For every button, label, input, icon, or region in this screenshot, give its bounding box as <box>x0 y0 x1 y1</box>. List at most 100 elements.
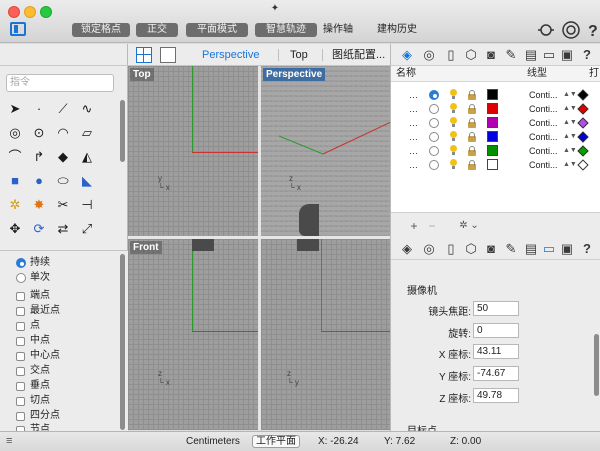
box-icon[interactable]: ■ <box>6 172 24 190</box>
layer-options-gear-icon[interactable]: ✲ ⌄ <box>455 219 483 233</box>
layer-color-swatch[interactable] <box>487 89 498 100</box>
lock-icon[interactable] <box>467 104 477 114</box>
model-object[interactable] <box>299 204 319 236</box>
arc-icon[interactable]: ◠ <box>54 124 72 142</box>
current-layer-radio[interactable] <box>429 104 439 114</box>
layer-linetype[interactable]: Conti... <box>529 102 558 116</box>
osnap-item[interactable]: 端点 <box>16 289 50 303</box>
linetype-dropdown-icon[interactable]: ▲▼ <box>563 130 577 144</box>
snap-grid-button[interactable]: 锁定格点 <box>72 23 130 37</box>
target-icon[interactable] <box>561 20 581 40</box>
current-layer-radio[interactable] <box>429 132 439 142</box>
ortho-button[interactable]: 正交 <box>136 23 178 37</box>
display-icon[interactable]: ▭ <box>541 47 557 63</box>
layer-linetype[interactable]: Conti... <box>529 130 558 144</box>
window-minimize-button[interactable] <box>24 6 36 18</box>
layer-print-header[interactable]: 打 <box>589 66 599 82</box>
model-object[interactable] <box>192 239 214 251</box>
layer-color-swatch[interactable] <box>487 117 498 128</box>
notes-icon[interactable]: ▤ <box>523 241 539 257</box>
monitor-icon[interactable]: ▣ <box>559 241 575 257</box>
print-color-icon[interactable] <box>577 103 589 115</box>
osnap-checkbox[interactable] <box>16 381 25 391</box>
current-layer-radio[interactable] <box>429 146 439 156</box>
osnap-item[interactable]: 四分点 <box>16 409 60 423</box>
remove-layer-button[interactable]: − <box>425 219 439 233</box>
split-icon[interactable]: ⊣ <box>78 196 96 214</box>
tab-perspective[interactable]: Perspective <box>202 47 259 63</box>
linetype-dropdown-icon[interactable]: ▲▼ <box>563 144 577 158</box>
print-color-icon[interactable] <box>577 159 589 171</box>
print-color-icon[interactable] <box>577 117 589 129</box>
layers-icon[interactable]: ◈ <box>399 241 415 257</box>
osnap-scrollbar[interactable] <box>120 254 125 430</box>
osnap-checkbox[interactable] <box>16 366 25 376</box>
offset-icon[interactable]: ↱ <box>30 148 48 166</box>
help-icon[interactable]: ? <box>584 20 600 40</box>
lighting-icon[interactable]: ✎ <box>503 241 519 257</box>
monitor-icon[interactable]: ▣ <box>559 47 575 63</box>
explode-icon[interactable]: ✸ <box>30 196 48 214</box>
ellipse-icon[interactable]: ⊙ <box>30 124 48 142</box>
viewport-top-label[interactable]: Top <box>130 68 154 81</box>
layer-color-swatch[interactable] <box>487 145 498 156</box>
layer-name-header[interactable]: 名称 <box>396 66 416 82</box>
lock-icon[interactable] <box>467 90 477 100</box>
move-icon[interactable]: ✥ <box>6 220 24 238</box>
single-view-layout-icon[interactable] <box>160 47 176 63</box>
linetype-dropdown-icon[interactable]: ▲▼ <box>563 88 577 102</box>
focal-length-field[interactable]: 50 <box>473 301 519 316</box>
camera-x-field[interactable]: 43.11 <box>473 344 519 359</box>
light-bulb-icon[interactable] <box>449 159 458 170</box>
viewport-splitter-horizontal[interactable] <box>128 236 390 239</box>
surface-icon[interactable]: ◆ <box>54 148 72 166</box>
polygon-icon[interactable]: ▱ <box>78 124 96 142</box>
camera-icon[interactable]: ◙ <box>483 47 499 63</box>
osnap-checkbox[interactable] <box>16 351 25 361</box>
viewport-area[interactable]: Top y └ x Perspective z └ x Front z └ x z └ … <box>128 66 390 430</box>
osnap-checkbox[interactable] <box>16 336 25 346</box>
units-label[interactable]: Centimeters <box>186 432 240 451</box>
current-layer-radio[interactable] <box>429 118 439 128</box>
light-bulb-icon[interactable] <box>449 145 458 156</box>
boolean-icon[interactable]: ✲ <box>6 196 24 214</box>
window-zoom-button[interactable] <box>40 6 52 18</box>
document-icon[interactable]: ▯ <box>443 241 459 257</box>
layer-row[interactable]: … Conti... ▲▼ <box>391 88 600 102</box>
layer-linetype[interactable]: Conti... <box>529 88 558 102</box>
menu-lines-icon[interactable]: ≡ <box>6 435 12 447</box>
layer-row[interactable]: … Conti... ▲▼ <box>391 130 600 144</box>
gumball-icon[interactable] <box>536 20 556 40</box>
render-icon[interactable]: ◎ <box>421 47 437 63</box>
fillet-icon[interactable]: ⌒ <box>6 148 24 166</box>
print-color-icon[interactable] <box>577 145 589 157</box>
lighting-icon[interactable]: ✎ <box>503 47 519 63</box>
osnap-item[interactable]: 中心点 <box>16 349 60 363</box>
layer-linetype[interactable]: Conti... <box>529 158 558 172</box>
osnap-persistent-row[interactable]: 持续 <box>16 256 50 270</box>
osnap-item[interactable]: 点 <box>16 319 40 333</box>
tab-layout[interactable]: 图纸配置... <box>332 47 385 63</box>
viewport-front[interactable]: Front z └ x <box>128 239 258 430</box>
display-icon[interactable]: ▭ <box>541 241 557 257</box>
linetype-dropdown-icon[interactable]: ▲▼ <box>563 116 577 130</box>
layer-color-swatch[interactable] <box>487 103 498 114</box>
document-icon[interactable]: ▯ <box>443 47 459 63</box>
layer-row[interactable]: … Conti... ▲▼ <box>391 116 600 130</box>
osnap-once-row[interactable]: 单次 <box>16 271 50 285</box>
layers-icon[interactable]: ◈ <box>399 47 415 63</box>
osnap-item[interactable]: 垂点 <box>16 379 50 393</box>
point-icon[interactable]: · <box>30 100 48 118</box>
scale-icon[interactable]: ⤢ <box>78 220 96 238</box>
trim-icon[interactable]: ✂ <box>54 196 72 214</box>
osnap-checkbox[interactable] <box>16 306 25 316</box>
lock-icon[interactable] <box>467 132 477 142</box>
command-input[interactable]: 指令 <box>6 74 114 92</box>
properties-scrollbar[interactable] <box>594 334 599 396</box>
history-button[interactable]: 建构历史 <box>377 23 427 37</box>
osnap-checkbox[interactable] <box>16 396 25 406</box>
object-props-icon[interactable]: ⬡ <box>463 241 479 257</box>
layer-row[interactable]: … Conti... ▲▼ <box>391 102 600 116</box>
tab-top[interactable]: Top <box>290 47 308 63</box>
lock-icon[interactable] <box>467 118 477 128</box>
